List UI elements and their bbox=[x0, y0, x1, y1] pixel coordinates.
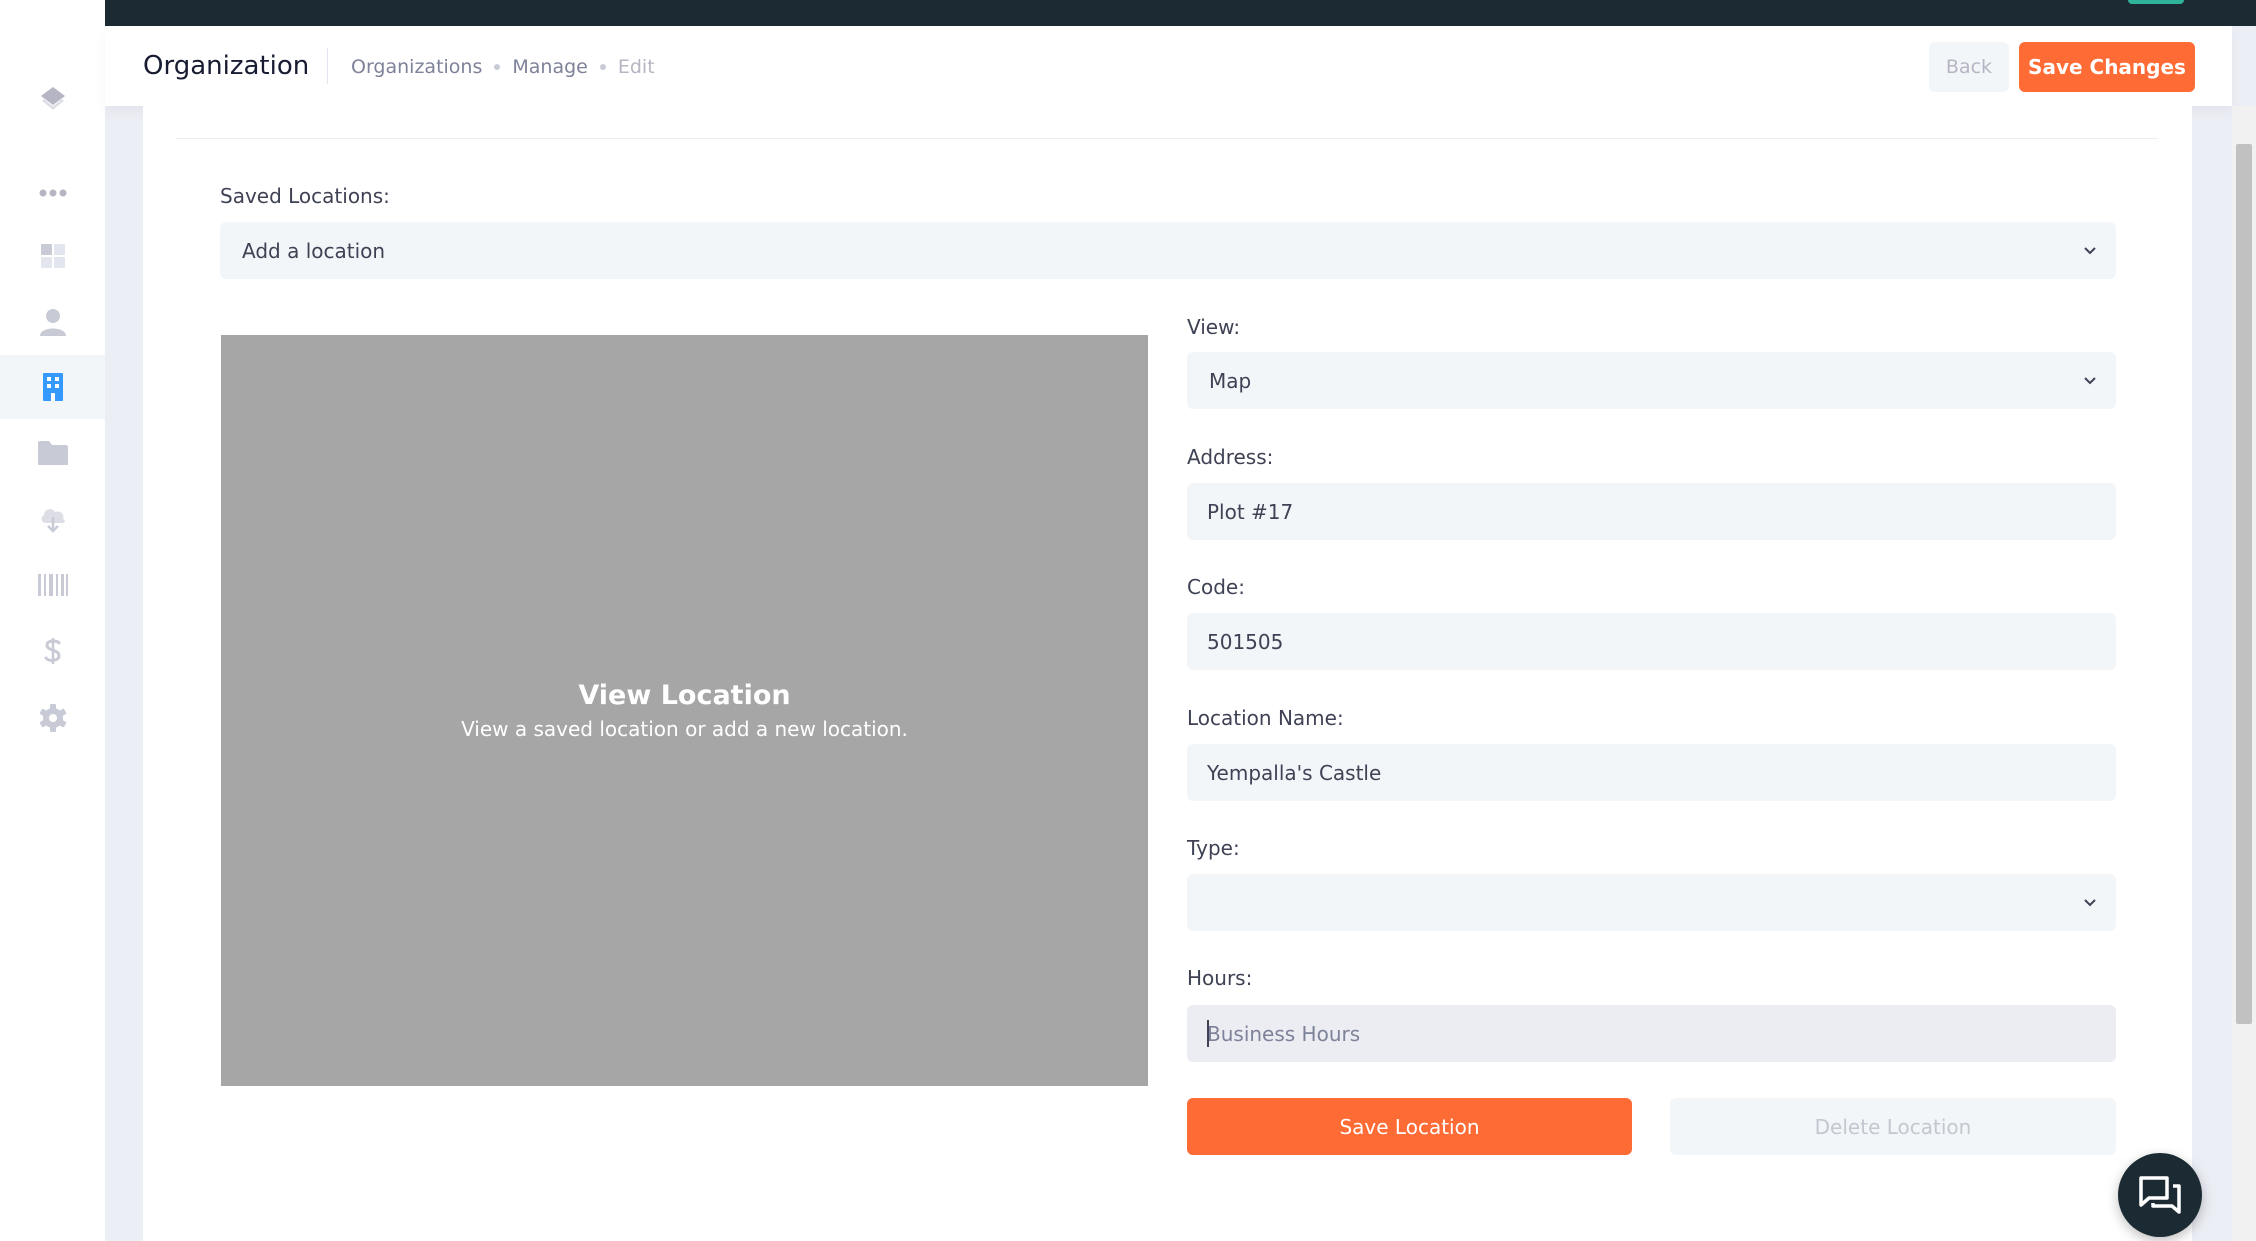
dashboard-icon bbox=[40, 244, 65, 268]
map-view[interactable]: View Location View a saved location or a… bbox=[221, 335, 1148, 1086]
location-card: Saved Locations: Add a location View Loc… bbox=[143, 106, 2192, 1241]
breadcrumb-dot bbox=[494, 64, 501, 70]
hours-input[interactable] bbox=[1207, 1021, 2116, 1046]
subheader: Organization Organizations Manage Edit B… bbox=[105, 26, 2232, 106]
sidebar-item-downloads[interactable] bbox=[0, 487, 105, 551]
sidebar-item-users[interactable] bbox=[0, 290, 105, 354]
code-input[interactable]: 501505 bbox=[1187, 613, 2116, 670]
header-widget-stub[interactable] bbox=[2128, 0, 2184, 4]
breadcrumb-edit: Edit bbox=[617, 56, 655, 78]
location-name-value: Yempalla's Castle bbox=[1207, 760, 1382, 785]
breadcrumb-dot bbox=[599, 64, 606, 70]
saved-locations-label: Saved Locations: bbox=[220, 184, 390, 208]
folder-icon bbox=[37, 441, 68, 465]
chevron-down-icon bbox=[2084, 899, 2096, 907]
sidebar-item-barcodes[interactable] bbox=[0, 553, 105, 617]
sidebar-rail bbox=[0, 0, 105, 1241]
sidebar-item-home[interactable] bbox=[0, 66, 105, 130]
user-icon bbox=[39, 309, 66, 336]
saved-locations-select[interactable]: Add a location bbox=[220, 222, 2116, 279]
dollar-icon bbox=[44, 638, 61, 664]
hours-label: Hours: bbox=[1187, 966, 1253, 990]
page-title: Organization bbox=[143, 51, 310, 81]
breadcrumb-manage[interactable]: Manage bbox=[512, 54, 587, 80]
text-caret bbox=[1207, 1020, 1209, 1047]
sidebar-item-files[interactable] bbox=[0, 421, 105, 485]
gear-icon bbox=[39, 704, 66, 732]
cloud-download-icon bbox=[41, 509, 65, 533]
chat-launcher-button[interactable] bbox=[2118, 1153, 2202, 1237]
address-label: Address: bbox=[1187, 445, 1274, 469]
address-value: Plot #17 bbox=[1207, 499, 1294, 524]
view-select[interactable]: Map bbox=[1187, 352, 2116, 409]
view-value: Map bbox=[1209, 368, 1252, 393]
breadcrumb-organizations[interactable]: Organizations bbox=[351, 54, 482, 80]
chevron-down-icon bbox=[2084, 377, 2096, 385]
scrollbar-thumb[interactable] bbox=[2236, 144, 2252, 1024]
building-icon bbox=[42, 373, 63, 401]
view-label: View: bbox=[1187, 315, 1241, 339]
delete-location-button[interactable]: Delete Location bbox=[1670, 1098, 2116, 1155]
layers-icon bbox=[40, 87, 65, 110]
top-header-bar bbox=[105, 0, 2256, 26]
breadcrumb: Organizations Manage Edit bbox=[351, 54, 655, 80]
sidebar-item-dashboard[interactable] bbox=[0, 224, 105, 288]
saved-locations-value: Add a location bbox=[242, 238, 386, 263]
back-button[interactable]: Back bbox=[1929, 42, 2009, 92]
save-location-button[interactable]: Save Location bbox=[1187, 1098, 1632, 1155]
save-changes-button[interactable]: Save Changes bbox=[2019, 42, 2195, 92]
location-name-input[interactable]: Yempalla's Castle bbox=[1187, 744, 2116, 801]
type-label: Type: bbox=[1187, 836, 1240, 860]
sidebar-item-organizations[interactable] bbox=[0, 355, 105, 419]
hours-input-wrapper[interactable] bbox=[1187, 1005, 2116, 1062]
page-scrollbar[interactable] bbox=[2232, 106, 2256, 1241]
title-separator bbox=[327, 48, 328, 84]
more-dots-icon bbox=[39, 189, 66, 197]
sidebar-item-billing[interactable] bbox=[0, 619, 105, 683]
barcode-icon bbox=[37, 574, 68, 596]
code-label: Code: bbox=[1187, 575, 1245, 599]
chevron-down-icon bbox=[2084, 247, 2096, 255]
location-name-label: Location Name: bbox=[1187, 706, 1344, 730]
map-placeholder-subtitle: View a saved location or add a new locat… bbox=[461, 717, 908, 741]
code-value: 501505 bbox=[1207, 629, 1284, 654]
sidebar-item-settings[interactable] bbox=[0, 686, 105, 750]
map-placeholder-title: View Location bbox=[578, 680, 791, 711]
sidebar-item-more[interactable] bbox=[0, 161, 105, 225]
address-input[interactable]: Plot #17 bbox=[1187, 483, 2116, 540]
type-select[interactable] bbox=[1187, 874, 2116, 931]
card-divider bbox=[176, 138, 2158, 139]
chat-icon bbox=[2139, 1176, 2181, 1214]
